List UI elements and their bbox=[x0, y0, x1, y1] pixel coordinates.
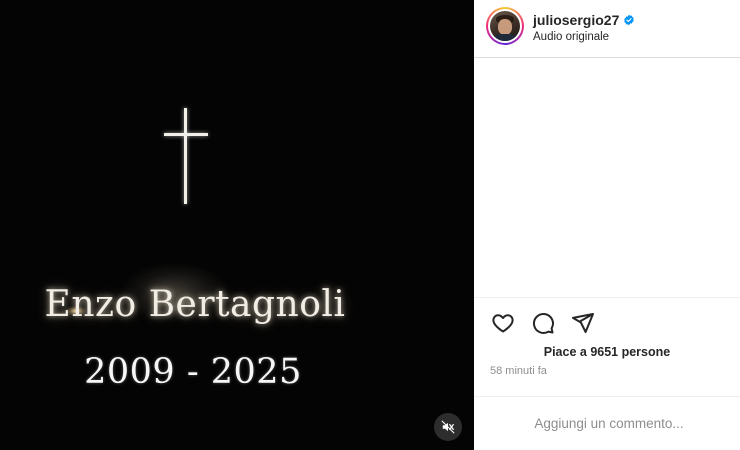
comment-input[interactable] bbox=[490, 412, 728, 434]
heart-icon bbox=[492, 314, 514, 333]
story-ring[interactable] bbox=[486, 7, 524, 45]
audio-link[interactable]: Audio originale bbox=[533, 31, 609, 43]
likes-count[interactable]: Piace a 9651 persone bbox=[474, 345, 740, 359]
comment-icon bbox=[532, 312, 554, 334]
avatar bbox=[490, 11, 520, 41]
comment-button[interactable] bbox=[530, 310, 556, 336]
mute-button[interactable] bbox=[434, 413, 462, 441]
memorial-name: Enzo Bertagnoli bbox=[44, 284, 346, 325]
like-button[interactable] bbox=[490, 310, 516, 336]
paper-plane-icon bbox=[572, 313, 594, 333]
post-sidebar: juliosergio27 Audio originale Piace a 96… bbox=[474, 0, 740, 450]
action-bar bbox=[490, 310, 596, 336]
verified-badge-icon bbox=[624, 14, 635, 26]
divider bbox=[474, 297, 740, 298]
speaker-muted-icon bbox=[441, 420, 455, 434]
post-timestamp[interactable]: 58 minuti fa bbox=[490, 365, 547, 377]
cross-icon bbox=[164, 108, 208, 204]
share-button[interactable] bbox=[570, 310, 596, 336]
username-link[interactable]: juliosergio27 bbox=[533, 12, 635, 28]
post-media-video[interactable]: Enzo Bertagnoli 2009 - 2025 bbox=[0, 0, 474, 450]
memorial-years: 2009 - 2025 bbox=[84, 352, 302, 392]
post-header: juliosergio27 Audio originale bbox=[474, 0, 740, 58]
username-text: juliosergio27 bbox=[533, 12, 620, 28]
divider bbox=[474, 396, 740, 397]
